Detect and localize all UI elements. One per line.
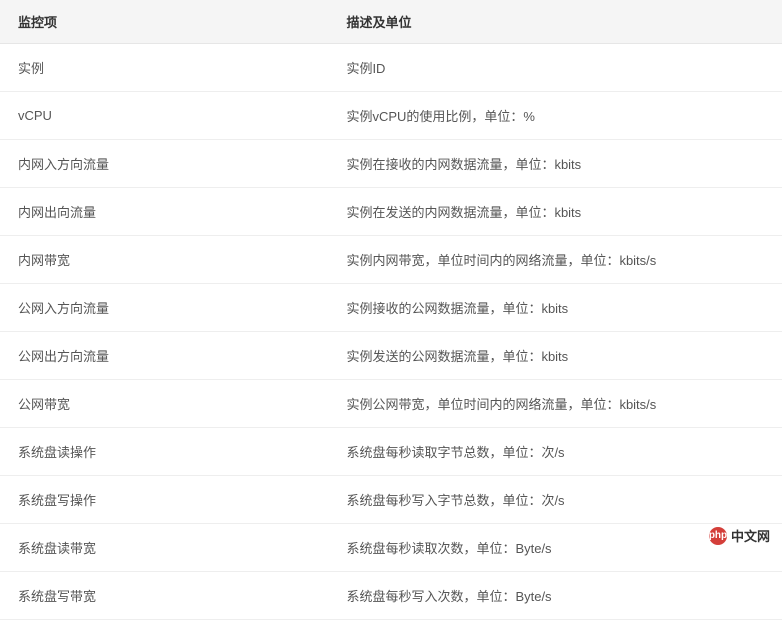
cell-item: 系统盘读带宽 <box>0 524 328 572</box>
table-row: 系统盘读操作 系统盘每秒读取字节总数，单位：次/s <box>0 428 782 476</box>
cell-item: 内网带宽 <box>0 236 328 284</box>
table-row: 公网出方向流量 实例发送的公网数据流量，单位：kbits <box>0 332 782 380</box>
cell-desc: 系统盘每秒写入字节总数，单位：次/s <box>328 476 782 524</box>
cell-desc: 实例在接收的内网数据流量，单位：kbits <box>328 140 782 188</box>
cell-item: vCPU <box>0 92 328 140</box>
cell-item: 内网入方向流量 <box>0 140 328 188</box>
table-row: 系统盘写操作 系统盘每秒写入字节总数，单位：次/s <box>0 476 782 524</box>
table-row: 内网入方向流量 实例在接收的内网数据流量，单位：kbits <box>0 140 782 188</box>
watermark: php 中文网 <box>709 526 770 545</box>
table-row: 内网出向流量 实例在发送的内网数据流量，单位：kbits <box>0 188 782 236</box>
cell-item: 系统盘写带宽 <box>0 572 328 620</box>
php-logo-icon: php <box>709 527 727 545</box>
table-row: vCPU 实例vCPU的使用比例，单位：% <box>0 92 782 140</box>
cell-item: 系统盘写操作 <box>0 476 328 524</box>
cell-item: 内网出向流量 <box>0 188 328 236</box>
header-desc: 描述及单位 <box>328 0 782 44</box>
header-item: 监控项 <box>0 0 328 44</box>
cell-desc: 系统盘每秒写入次数，单位：Byte/s <box>328 572 782 620</box>
watermark-text: 中文网 <box>731 526 770 545</box>
table-body: 实例 实例ID vCPU 实例vCPU的使用比例，单位：% 内网入方向流量 实例… <box>0 44 782 620</box>
cell-desc: 实例ID <box>328 44 782 92</box>
cell-desc: 实例vCPU的使用比例，单位：% <box>328 92 782 140</box>
cell-desc: 实例在发送的内网数据流量，单位：kbits <box>328 188 782 236</box>
table-row: 实例 实例ID <box>0 44 782 92</box>
cell-item: 公网带宽 <box>0 380 328 428</box>
cell-item: 系统盘读操作 <box>0 428 328 476</box>
monitoring-table: 监控项 描述及单位 实例 实例ID vCPU 实例vCPU的使用比例，单位：% … <box>0 0 782 620</box>
table-header-row: 监控项 描述及单位 <box>0 0 782 44</box>
table-row: 公网入方向流量 实例接收的公网数据流量，单位：kbits <box>0 284 782 332</box>
table-row: 系统盘读带宽 系统盘每秒读取次数，单位：Byte/s <box>0 524 782 572</box>
cell-item: 实例 <box>0 44 328 92</box>
cell-desc: 实例公网带宽，单位时间内的网络流量，单位：kbits/s <box>328 380 782 428</box>
table-row: 系统盘写带宽 系统盘每秒写入次数，单位：Byte/s <box>0 572 782 620</box>
table-row: 公网带宽 实例公网带宽，单位时间内的网络流量，单位：kbits/s <box>0 380 782 428</box>
cell-item: 公网出方向流量 <box>0 332 328 380</box>
cell-item: 公网入方向流量 <box>0 284 328 332</box>
table-row: 内网带宽 实例内网带宽，单位时间内的网络流量，单位：kbits/s <box>0 236 782 284</box>
cell-desc: 实例接收的公网数据流量，单位：kbits <box>328 284 782 332</box>
cell-desc: 系统盘每秒读取字节总数，单位：次/s <box>328 428 782 476</box>
cell-desc: 实例内网带宽，单位时间内的网络流量，单位：kbits/s <box>328 236 782 284</box>
cell-desc: 实例发送的公网数据流量，单位：kbits <box>328 332 782 380</box>
